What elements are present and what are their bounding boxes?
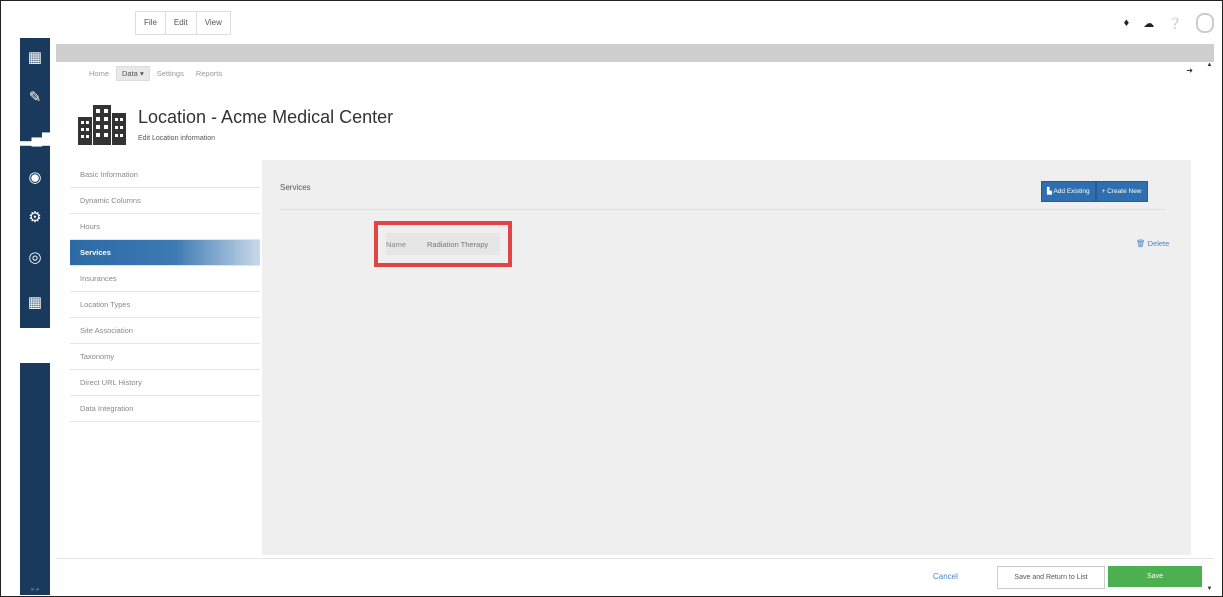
bar-chart-icon[interactable]: ▂▄▆ [20, 128, 54, 146]
side-item-services[interactable]: Services [70, 240, 260, 266]
side-item-basic-information[interactable]: Basic Information [70, 162, 260, 188]
sign-out-icon[interactable]: ➜ [1186, 66, 1193, 75]
service-name-value: Radiation Therapy [427, 240, 489, 249]
create-new-button[interactable]: + Create New [1095, 181, 1148, 202]
side-item-hours[interactable]: Hours [70, 214, 260, 240]
grid-icon[interactable]: ▦ [20, 293, 50, 311]
save-button[interactable]: Save [1108, 566, 1202, 587]
services-panel: Services ▙ Add Existing + Create New Nam… [262, 160, 1191, 555]
side-item-direct-url-history[interactable]: Direct URL History [70, 370, 260, 396]
dashboard-icon[interactable]: ▦ [20, 48, 50, 66]
settings-circle-icon[interactable]: ◉ [20, 168, 50, 186]
side-item-site-association[interactable]: Site Association [70, 318, 260, 344]
help-icon[interactable]: ❔ [1168, 17, 1182, 30]
menu-view[interactable]: View [195, 11, 231, 35]
scroll-up-icon[interactable]: ▲ [1205, 62, 1214, 68]
user-avatar[interactable] [1196, 13, 1214, 33]
menu-edit[interactable]: Edit [164, 11, 197, 35]
edit-icon[interactable]: ✎ [20, 88, 50, 106]
page-subtitle: Edit Location information [138, 135, 216, 142]
panel-button-group: ▙ Add Existing + Create New [1041, 181, 1148, 202]
side-item-location-types[interactable]: Location Types [70, 292, 260, 318]
tools-circle-icon[interactable]: ◎ [20, 248, 50, 266]
tab-data[interactable]: Data ▾ [116, 66, 150, 81]
delete-link[interactable]: 🗑 Delete [1136, 239, 1169, 248]
left-nav-band-lower [20, 363, 50, 595]
save-return-button[interactable]: Save and Return to List [997, 566, 1105, 589]
bell-icon[interactable]: ♦ [1124, 17, 1130, 29]
panel-divider [280, 209, 1165, 210]
collapse-icon[interactable]: » » [20, 587, 50, 593]
menu-bar: File Edit View [135, 11, 231, 35]
scrollbar[interactable]: ▲ ▼ [1205, 62, 1214, 592]
side-item-taxonomy[interactable]: Taxonomy [70, 344, 260, 370]
service-name-label: Name [386, 240, 407, 249]
scroll-down-icon[interactable]: ▼ [1205, 586, 1214, 592]
gear-icon[interactable]: ⚙ [20, 208, 50, 226]
tab-reports[interactable]: Reports [191, 67, 227, 80]
footer-bar: Cancel Save and Return to List Save [56, 558, 1214, 596]
menu-file[interactable]: File [135, 11, 166, 35]
top-bar: File Edit View ♦ ☁ ❔ [1, 1, 1222, 39]
side-item-data-integration[interactable]: Data Integration [70, 396, 260, 422]
building-icon [78, 105, 126, 145]
tab-settings[interactable]: Settings [152, 67, 189, 80]
left-nav: ▦ ✎ ▂▄▆ ◉ ⚙ ◎ ▦ » » [20, 38, 54, 595]
side-item-dynamic-columns[interactable]: Dynamic Columns [70, 188, 260, 214]
cloud-icon[interactable]: ☁ [1143, 17, 1154, 30]
tab-home[interactable]: Home [84, 67, 114, 80]
panel-title: Services [280, 183, 311, 192]
side-menu: Basic Information Dynamic Columns Hours … [70, 162, 260, 422]
side-item-insurances[interactable]: Insurances [70, 266, 260, 292]
top-gray-strip [56, 44, 1214, 62]
cancel-link[interactable]: Cancel [933, 572, 958, 581]
top-icons: ♦ ☁ ❔ [1124, 13, 1214, 33]
page-title: Location - Acme Medical Center [138, 107, 394, 127]
nav-tabs: Home Data ▾ Settings Reports [84, 66, 229, 81]
add-existing-button[interactable]: ▙ Add Existing [1041, 181, 1096, 202]
